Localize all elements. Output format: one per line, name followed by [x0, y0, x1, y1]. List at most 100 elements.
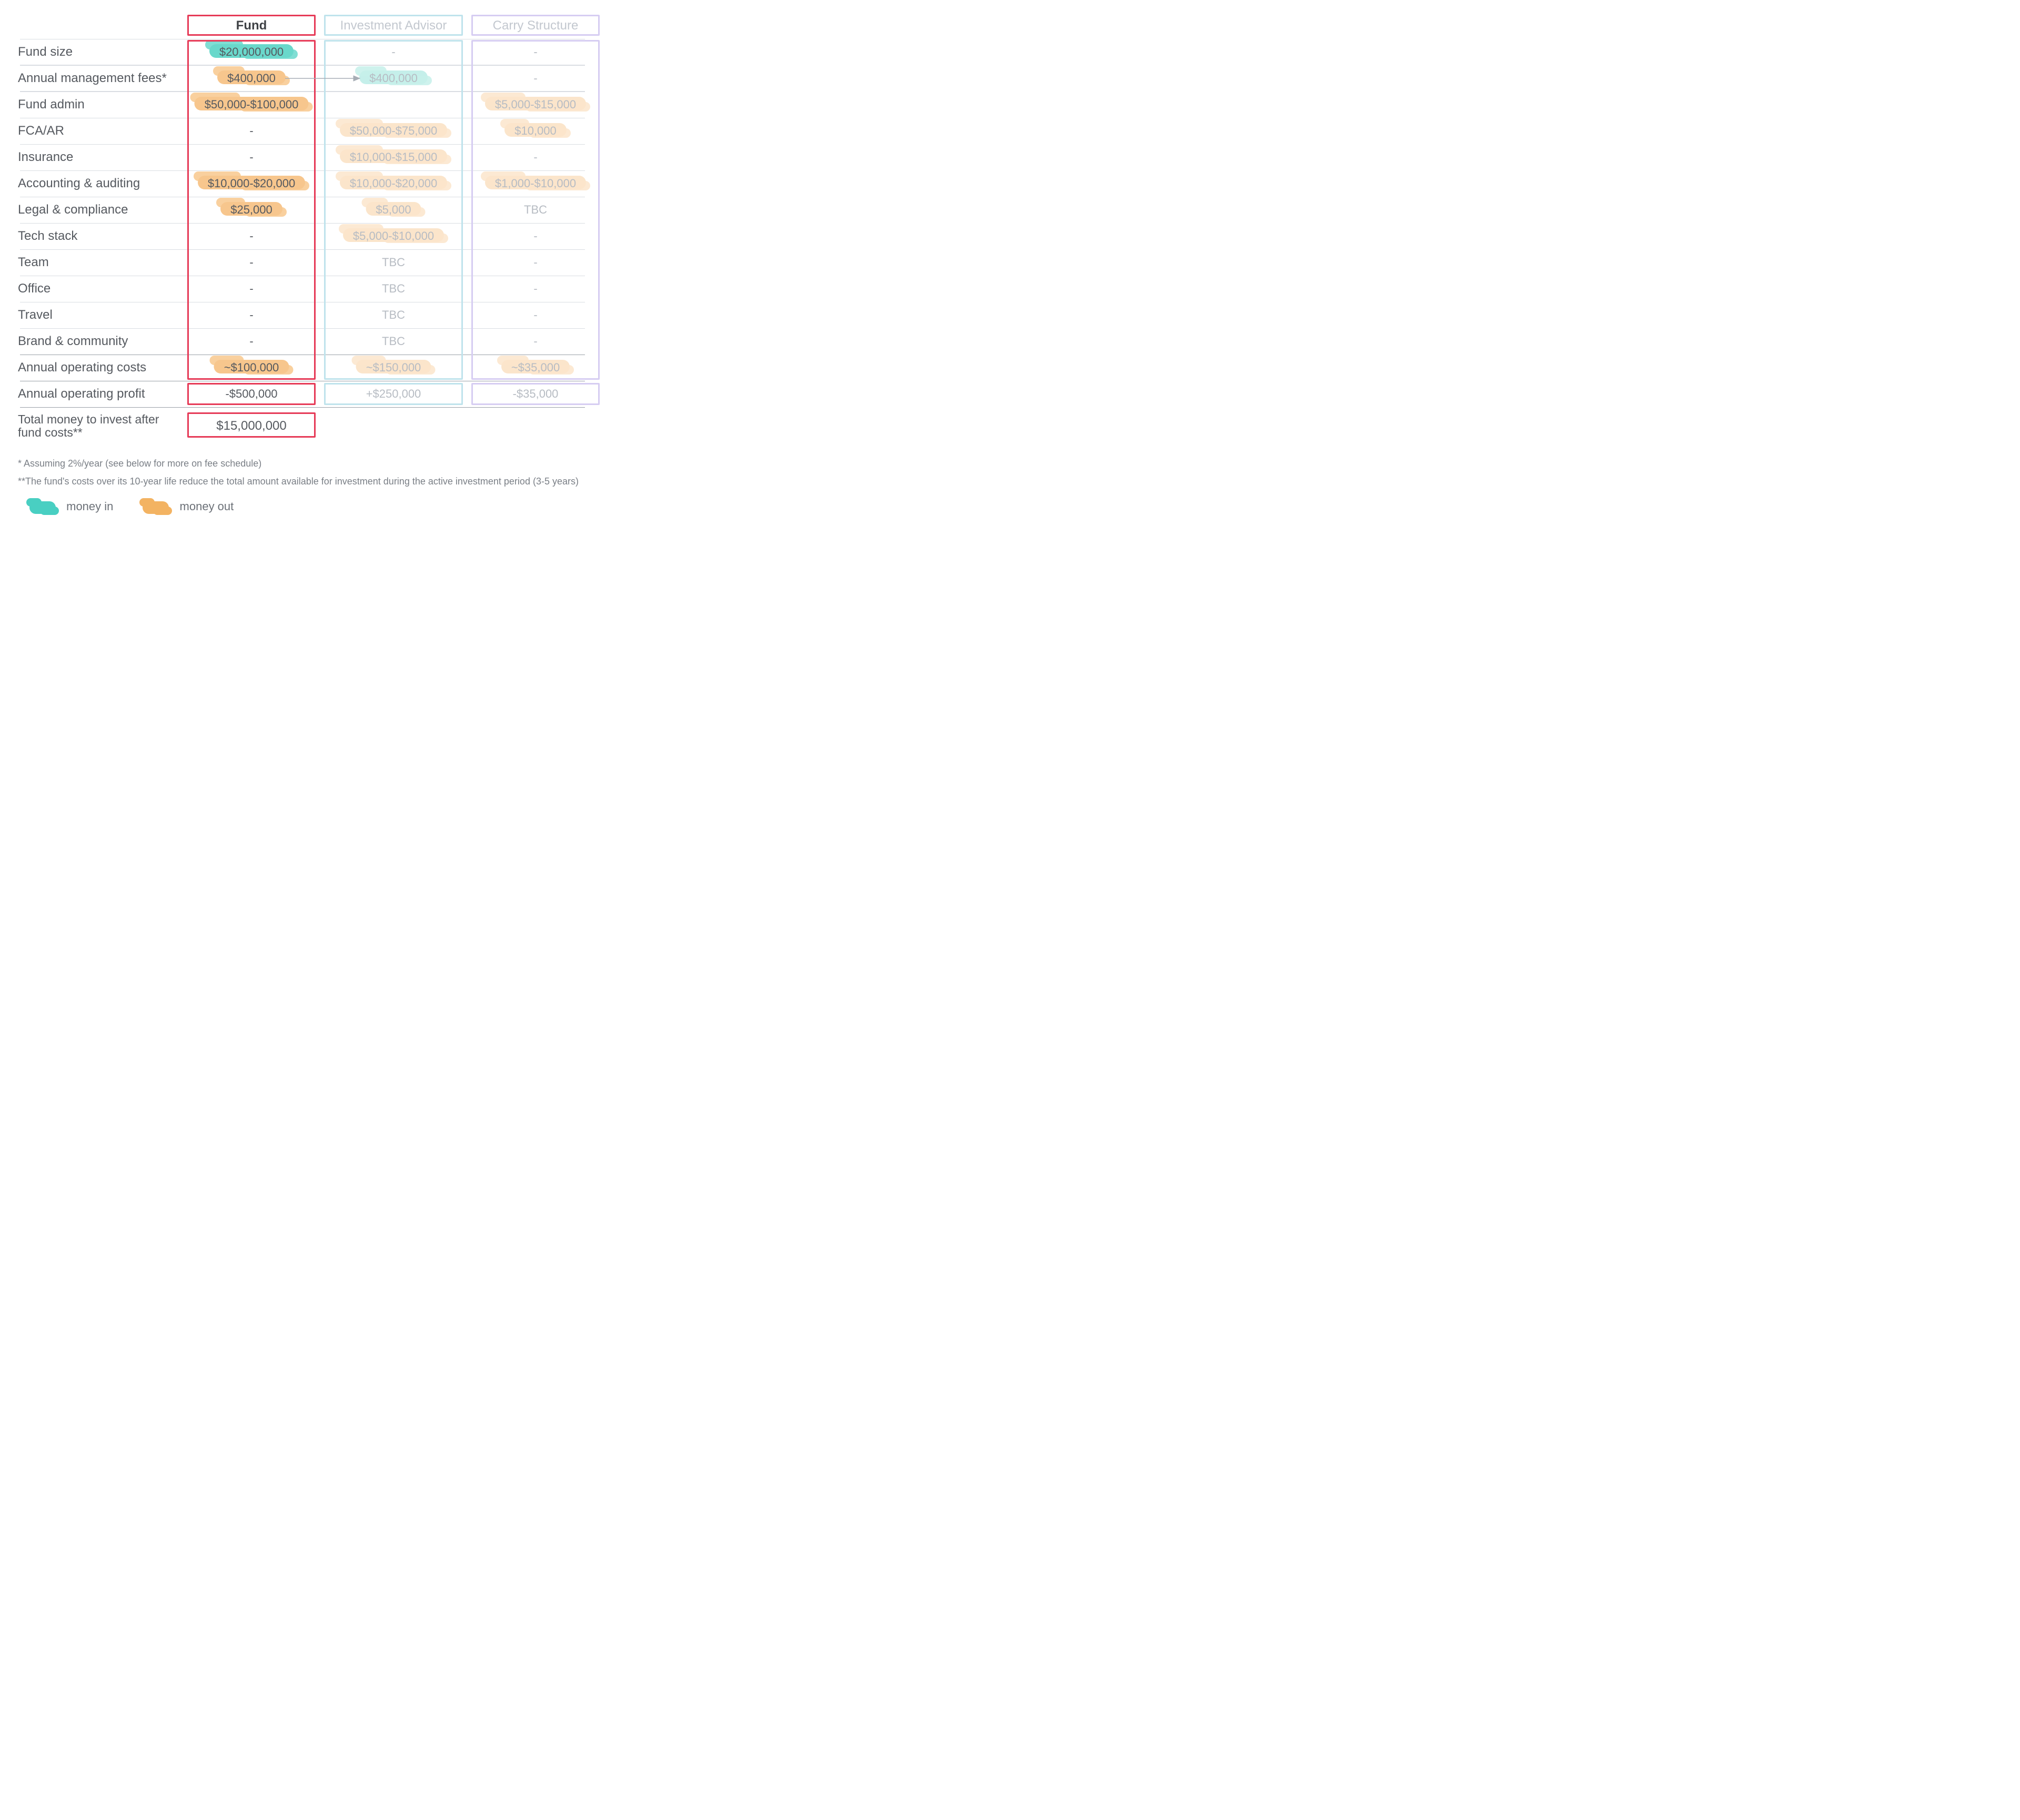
cell-value: TBC [521, 203, 550, 217]
cell-fund: - [183, 148, 320, 166]
cell-value: ~$35,000 [508, 361, 563, 375]
table-row: Legal & compliance$25,000 $5,000 TBC [15, 197, 590, 223]
cell-advisor: $50,000-$75,000 [320, 122, 467, 140]
cell-fund: - [183, 306, 320, 324]
cell-carry: - [467, 148, 604, 166]
cell-advisor: TBC [320, 254, 467, 271]
cell-value: ~$150,000 [363, 361, 425, 375]
cell-value: TBC [379, 256, 408, 269]
cell-value: - [530, 308, 540, 322]
cell-value: - [246, 150, 256, 164]
cell-value: - [530, 256, 540, 269]
footnote-2: **The fund's costs over its 10-year life… [18, 472, 590, 490]
table-row: Team-TBC- [15, 249, 590, 276]
cell-value: -$35,000 [510, 387, 562, 401]
cell-value: $50,000-$75,000 [347, 124, 440, 138]
col-header-carry: Carry Structure [467, 15, 604, 36]
cell-value: $1,000-$10,000 [492, 177, 579, 190]
cell-value: $400,000 [366, 72, 421, 85]
row-label: Total money to invest after fund costs** [15, 413, 183, 440]
fund-cost-diagram: Fund Investment Advisor Carry Structure … [0, 0, 605, 535]
row-label: Annual operating costs [15, 361, 183, 375]
cell-value: - [246, 282, 256, 296]
cell-value: - [530, 72, 540, 85]
row-annual-operating-profit: Annual operating profit -$500,000 +$250,… [15, 381, 590, 407]
cell-value: $10,000 [511, 124, 560, 138]
cell-fund: $20,000,000 [183, 43, 320, 61]
row-label: Annual management fees* [15, 72, 183, 85]
cell-advisor [320, 96, 467, 114]
cell-carry: - [467, 69, 604, 87]
cell-advisor: TBC [320, 280, 467, 298]
row-label: Insurance [15, 150, 183, 164]
table-row: Travel - TBC - [15, 302, 590, 328]
cell-fund: - [183, 332, 320, 350]
col-header-fund: Fund [183, 15, 320, 36]
legend-money-out: money out [143, 500, 234, 513]
row-label: Fund admin [15, 98, 183, 112]
row-label: Fund size [15, 45, 183, 59]
cell-carry: TBC [467, 201, 604, 219]
cell-advisor: - [320, 43, 467, 61]
cell-carry: $5,000-$15,000 [467, 96, 604, 114]
row-label: FCA/AR [15, 124, 183, 138]
cell-value: $5,000 [372, 203, 414, 217]
cell-value: - [246, 256, 256, 269]
cell-value: - [530, 282, 540, 296]
cell-value: $10,000-$20,000 [347, 177, 440, 190]
cell-fund: - [183, 280, 320, 298]
cell-carry: $1,000-$10,000 [467, 175, 604, 193]
cell-advisor: ~$150,000 [320, 359, 467, 377]
row-label: Tech stack [15, 229, 183, 243]
cell-carry: $10,000 [467, 122, 604, 140]
cell-value: - [246, 335, 256, 348]
cell-fund: - [183, 254, 320, 271]
table-row: Accounting & auditing$10,000-$20,000$10,… [15, 170, 590, 197]
cell-fund: $50,000-$100,000 [183, 96, 320, 114]
footnote-1: * Assuming 2%/year (see below for more o… [18, 454, 590, 472]
cell-value: $5,000-$10,000 [350, 229, 437, 243]
cell-value: - [388, 45, 398, 59]
col-header-advisor: Investment Advisor [320, 15, 467, 36]
cell-advisor: $10,000-$15,000 [320, 148, 467, 166]
cell-advisor: $10,000-$20,000 [320, 175, 467, 193]
cell-fund: $400,000 [183, 69, 320, 87]
table-row: Office-TBC- [15, 276, 590, 302]
cell-value: - [246, 124, 256, 138]
cell-value: $10,000-$20,000 [205, 177, 298, 190]
cell-advisor: TBC [320, 306, 467, 324]
cell-value: - [246, 308, 256, 322]
cell-carry: - [467, 254, 604, 271]
row-label: Travel [15, 308, 183, 322]
cell-advisor: TBC [320, 332, 467, 350]
cell-fund: ~$100,000 [183, 359, 320, 377]
cell-value: - [530, 45, 540, 59]
cell-fund: - [183, 122, 320, 140]
header-row: Fund Investment Advisor Carry Structure [15, 13, 590, 39]
swatch-orange [143, 501, 169, 514]
cell-advisor: $5,000-$10,000 [320, 227, 467, 245]
row-total-invest: Total money to invest after fund costs**… [15, 407, 590, 445]
cell-value: - [246, 229, 256, 243]
cell-carry: - [467, 280, 604, 298]
legend: money in money out [15, 500, 590, 513]
row-label: Annual operating profit [15, 387, 183, 401]
table-row: Annual operating costs~$100,000 ~$150,000… [15, 355, 590, 381]
cell-value: -$500,000 [222, 387, 280, 401]
cell-carry: - [467, 306, 604, 324]
cell-value: - [530, 335, 540, 348]
cell-value: TBC [379, 308, 408, 322]
cell-fund: $25,000 [183, 201, 320, 219]
cell-value: TBC [379, 335, 408, 348]
table-row: FCA/AR - $50,000-$75,000 $10,000 [15, 118, 590, 144]
table-row: Tech stack-$5,000-$10,000- [15, 223, 590, 249]
cell-value: $10,000-$15,000 [347, 150, 440, 164]
table-row: Insurance-$10,000-$15,000- [15, 144, 590, 170]
row-label: Legal & compliance [15, 203, 183, 217]
cell-value: +$250,000 [363, 387, 425, 401]
table-row: Annual management fees*$400,000$400,000- [15, 65, 590, 92]
legend-money-in: money in [29, 500, 113, 513]
footnotes: * Assuming 2%/year (see below for more o… [15, 454, 590, 490]
cell-carry: - [467, 43, 604, 61]
swatch-teal [29, 501, 56, 514]
